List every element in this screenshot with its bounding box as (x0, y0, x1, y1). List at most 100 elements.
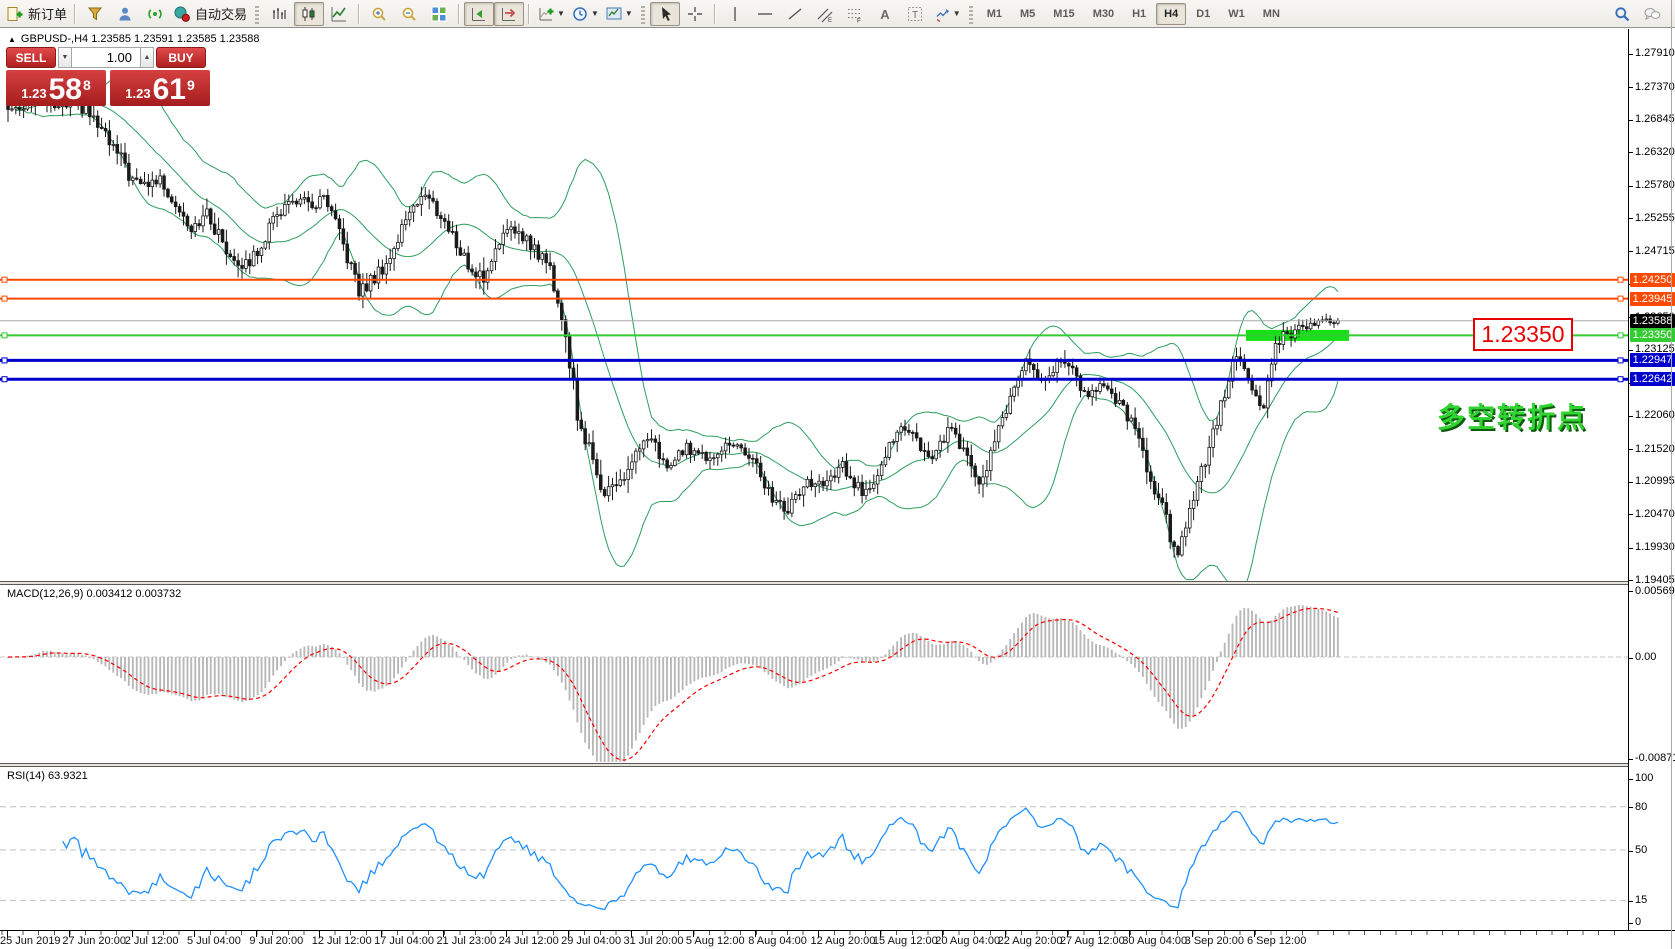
time-axis-label: 21 Jul 23:00 (436, 935, 496, 947)
dropdown-caret-icon[interactable]: ▼ (953, 9, 961, 18)
axis-tick-label: -0.008717 (1635, 751, 1675, 765)
collapse-panel-icon[interactable]: ▲ (8, 35, 16, 44)
dropdown-caret-icon[interactable]: ▼ (625, 9, 633, 18)
signals-button[interactable] (140, 2, 170, 26)
line-handle[interactable] (2, 377, 7, 382)
line-chart-button[interactable] (324, 2, 354, 26)
axis-tick (1629, 218, 1633, 219)
rsi-pane[interactable]: RSI(14) 63.9321 (0, 767, 1628, 930)
line-handle[interactable] (2, 333, 7, 338)
price-axis[interactable]: 1.279101.273701.268451.263201.257801.252… (1628, 29, 1675, 930)
time-axis-label: 9 Jul 20:00 (249, 935, 303, 947)
axis-tick (1629, 548, 1633, 549)
timeframe-h4[interactable]: H4 (1156, 3, 1186, 25)
sell-price-sup: 8 (83, 77, 91, 93)
line-handle[interactable] (2, 296, 7, 301)
line-handle[interactable] (1618, 277, 1623, 282)
timeframe-h1[interactable]: H1 (1124, 3, 1154, 25)
volume-decrease-button[interactable]: ▼ (58, 47, 72, 68)
line-handle[interactable] (1618, 333, 1623, 338)
line-handle[interactable] (1618, 358, 1623, 363)
buy-price-small: 1.23 (125, 86, 150, 101)
styler-button[interactable] (80, 2, 110, 26)
axis-tick-label: 1.27370 (1635, 80, 1675, 94)
time-axis-label: 2 Jul 12:00 (125, 935, 179, 947)
auto-trading-button[interactable]: 自动交易 (170, 2, 250, 26)
axis-tick (1629, 152, 1633, 153)
profiles-button[interactable] (110, 2, 140, 26)
line-handle[interactable] (2, 277, 7, 282)
new-order-icon (6, 5, 24, 23)
toolbar-grip[interactable] (255, 4, 259, 24)
toolbar-separator (528, 4, 530, 24)
timeframe-w1[interactable]: W1 (1220, 3, 1253, 25)
timeframe-m1[interactable]: M1 (979, 3, 1010, 25)
arrows-button[interactable]: ▼ (930, 2, 964, 26)
toolbar-grip[interactable] (969, 4, 973, 24)
buy-price-display[interactable]: 1.23619 (110, 70, 210, 106)
dropdown-caret-icon[interactable]: ▼ (557, 9, 565, 18)
time-axis[interactable]: 25 Jun 201927 Jun 20:002 Jul 12:005 Jul … (0, 930, 1675, 949)
crosshair-button[interactable] (680, 2, 710, 26)
line-handle[interactable] (1618, 296, 1623, 301)
toolbar-grip[interactable] (641, 4, 645, 24)
trendline-button[interactable] (780, 2, 810, 26)
timeframe-mn[interactable]: MN (1255, 3, 1288, 25)
text-button[interactable]: A (870, 2, 900, 26)
horizontal-line-button[interactable] (750, 2, 780, 26)
trendline-icon (786, 5, 804, 23)
axis-tick (1629, 901, 1633, 902)
time-axis-label: 29 Jul 04:00 (561, 935, 621, 947)
tile-windows-button[interactable] (424, 2, 454, 26)
timeframe-m15[interactable]: M15 (1045, 3, 1082, 25)
axis-tick-label: 1.24715 (1635, 244, 1675, 258)
chart-shift-button[interactable] (494, 2, 524, 26)
search-button[interactable] (1607, 2, 1637, 26)
dropdown-caret-icon[interactable]: ▼ (591, 9, 599, 18)
timeframe-d1[interactable]: D1 (1188, 3, 1218, 25)
zoom-in-button[interactable] (364, 2, 394, 26)
price-chart-canvas[interactable] (0, 29, 1628, 581)
axis-tick-label: 1.20470 (1635, 507, 1675, 521)
line-handle[interactable] (1618, 377, 1623, 382)
sell-price-display[interactable]: 1.23588 (6, 70, 106, 106)
chat-button[interactable] (1637, 2, 1667, 26)
volume-input[interactable] (72, 47, 140, 68)
time-axis-label: 12 Jul 12:00 (312, 935, 372, 947)
volume-increase-button[interactable]: ▲ (140, 47, 154, 68)
sell-price-big: 58 (49, 75, 82, 105)
template-icon (605, 5, 623, 23)
label-t-icon: T (906, 5, 924, 23)
vertical-line-button[interactable] (720, 2, 750, 26)
buy-price-big: 61 (153, 75, 186, 105)
line-handle[interactable] (2, 358, 7, 363)
indicators-button[interactable]: ▼ (534, 2, 568, 26)
templates-button[interactable]: ▼ (602, 2, 636, 26)
main-toolbar: 新订单 自动交易 ▼ ▼ ▼ EFAT ▼ M1M5M15M30H1H4D1W1MN (0, 0, 1675, 28)
axis-tick-label: 1.21520 (1635, 442, 1675, 456)
axis-tick (1629, 482, 1633, 483)
auto-scroll-button[interactable] (464, 2, 494, 26)
cursor-button[interactable] (650, 2, 680, 26)
timeframe-m30[interactable]: M30 (1085, 3, 1122, 25)
new-order-button[interactable]: 新订单 (3, 2, 70, 26)
autotrade-icon (173, 5, 191, 23)
time-axis-label: 25 Jun 2019 (0, 935, 61, 947)
timeframe-m5[interactable]: M5 (1012, 3, 1043, 25)
axis-tick-label: 80 (1635, 800, 1647, 814)
buy-price-sup: 9 (187, 77, 195, 93)
candlestick-chart-button[interactable] (294, 2, 324, 26)
price-chart-pane[interactable]: ▲GBPUSD-,H4 1.23585 1.23591 1.23585 1.23… (0, 29, 1628, 581)
buy-button[interactable]: BUY (156, 47, 206, 68)
fibonacci-button[interactable]: F (840, 2, 870, 26)
channel-button[interactable]: E (810, 2, 840, 26)
macd-pane[interactable]: MACD(12,26,9) 0.003412 0.003732 (0, 585, 1628, 763)
price-tag-1.23945: 1.23945 (1630, 292, 1675, 306)
price-callout-label[interactable]: 1.23350 (1473, 318, 1573, 351)
zoom-out-button[interactable] (394, 2, 424, 26)
chart-annotation-text[interactable]: 多空转折点 (1437, 396, 1587, 436)
periods-button[interactable]: ▼ (568, 2, 602, 26)
sell-button[interactable]: SELL (6, 47, 56, 68)
text-label-button[interactable]: T (900, 2, 930, 26)
bar-chart-button[interactable] (264, 2, 294, 26)
